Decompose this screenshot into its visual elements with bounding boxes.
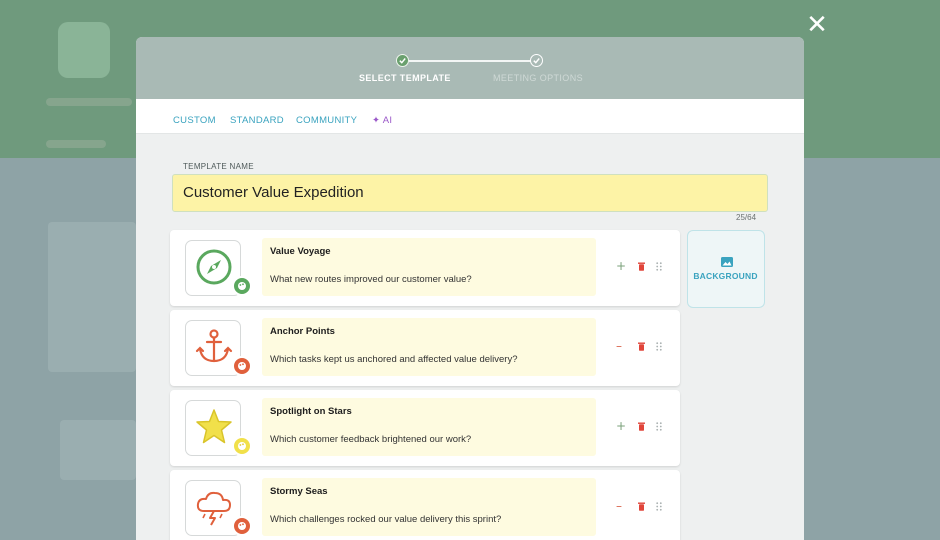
question-text-area[interactable]: Stormy Seas Which challenges rocked our …: [262, 478, 596, 536]
character-counter: 25/64: [736, 213, 757, 222]
step-check-icon: [530, 54, 543, 67]
template-name-label: TEMPLATE NAME: [183, 162, 254, 171]
step-check-icon: [396, 54, 409, 67]
trash-icon[interactable]: [638, 421, 645, 433]
question-title[interactable]: Spotlight on Stars: [270, 406, 352, 417]
question-text[interactable]: Which customer feedback brightened our w…: [270, 434, 471, 445]
question-text[interactable]: Which tasks kept us anchored and affecte…: [270, 354, 518, 365]
palette-icon[interactable]: [232, 356, 252, 376]
compass-icon: [196, 249, 232, 285]
palette-icon[interactable]: [232, 276, 252, 296]
background-text-line: [46, 140, 106, 148]
question-text[interactable]: What new routes improved our customer va…: [270, 274, 472, 285]
expand-icon[interactable]: +: [616, 420, 626, 432]
image-icon: [721, 257, 733, 267]
question-text-area[interactable]: Spotlight on Stars Which customer feedba…: [262, 398, 596, 456]
expand-icon[interactable]: +: [616, 260, 626, 272]
background-button[interactable]: BACKGROUND: [687, 230, 765, 308]
drag-handle-icon[interactable]: [656, 261, 662, 273]
drag-handle-icon[interactable]: [656, 501, 662, 513]
step-connector: [409, 60, 531, 62]
trash-icon[interactable]: [638, 501, 645, 513]
question-text-area[interactable]: Value Voyage What new routes improved ou…: [262, 238, 596, 296]
sparkle-icon: ✦: [372, 115, 381, 126]
tab-ai[interactable]: ✦ AI: [372, 115, 392, 126]
tab-standard[interactable]: STANDARD: [230, 115, 284, 126]
trash-icon[interactable]: [638, 341, 645, 353]
template-name-input[interactable]: Customer Value Expedition: [172, 174, 768, 212]
question-card: Stormy Seas Which challenges rocked our …: [170, 470, 680, 540]
question-title[interactable]: Anchor Points: [270, 326, 335, 337]
tab-community[interactable]: COMMUNITY: [296, 115, 357, 126]
background-card: [48, 222, 136, 372]
palette-icon[interactable]: [232, 436, 252, 456]
palette-icon[interactable]: [232, 516, 252, 536]
close-icon[interactable]: ✕: [804, 12, 830, 38]
anchor-icon: [195, 329, 233, 363]
question-card: Value Voyage What new routes improved ou…: [170, 230, 680, 306]
background-card: [60, 420, 136, 480]
star-icon: [196, 409, 232, 444]
background-button-label: BACKGROUND: [693, 271, 758, 281]
question-card: Spotlight on Stars Which customer feedba…: [170, 390, 680, 466]
storm-cloud-icon: [196, 491, 231, 526]
step-select-template[interactable]: SELECT TEMPLATE: [359, 73, 451, 83]
background-puzzle-icon: [58, 22, 110, 78]
collapse-icon[interactable]: –: [616, 340, 622, 352]
step-meeting-options[interactable]: MEETING OPTIONS: [493, 73, 583, 83]
drag-handle-icon[interactable]: [656, 341, 662, 353]
tab-custom[interactable]: CUSTOM: [173, 115, 216, 126]
template-tabs: CUSTOM STANDARD COMMUNITY ✦ AI: [136, 99, 804, 134]
tab-ai-label: AI: [382, 115, 393, 126]
question-text[interactable]: Which challenges rocked our value delive…: [270, 514, 501, 525]
question-title[interactable]: Stormy Seas: [270, 486, 328, 497]
question-text-area[interactable]: Anchor Points Which tasks kept us anchor…: [262, 318, 596, 376]
template-modal: SELECT TEMPLATE MEETING OPTIONS CUSTOM S…: [136, 37, 804, 540]
trash-icon[interactable]: [638, 261, 645, 273]
stepper: SELECT TEMPLATE MEETING OPTIONS: [136, 37, 804, 99]
background-text-line: [46, 98, 132, 106]
question-title[interactable]: Value Voyage: [270, 246, 331, 257]
collapse-icon[interactable]: –: [616, 500, 622, 512]
question-card: Anchor Points Which tasks kept us anchor…: [170, 310, 680, 386]
drag-handle-icon[interactable]: [656, 421, 662, 433]
